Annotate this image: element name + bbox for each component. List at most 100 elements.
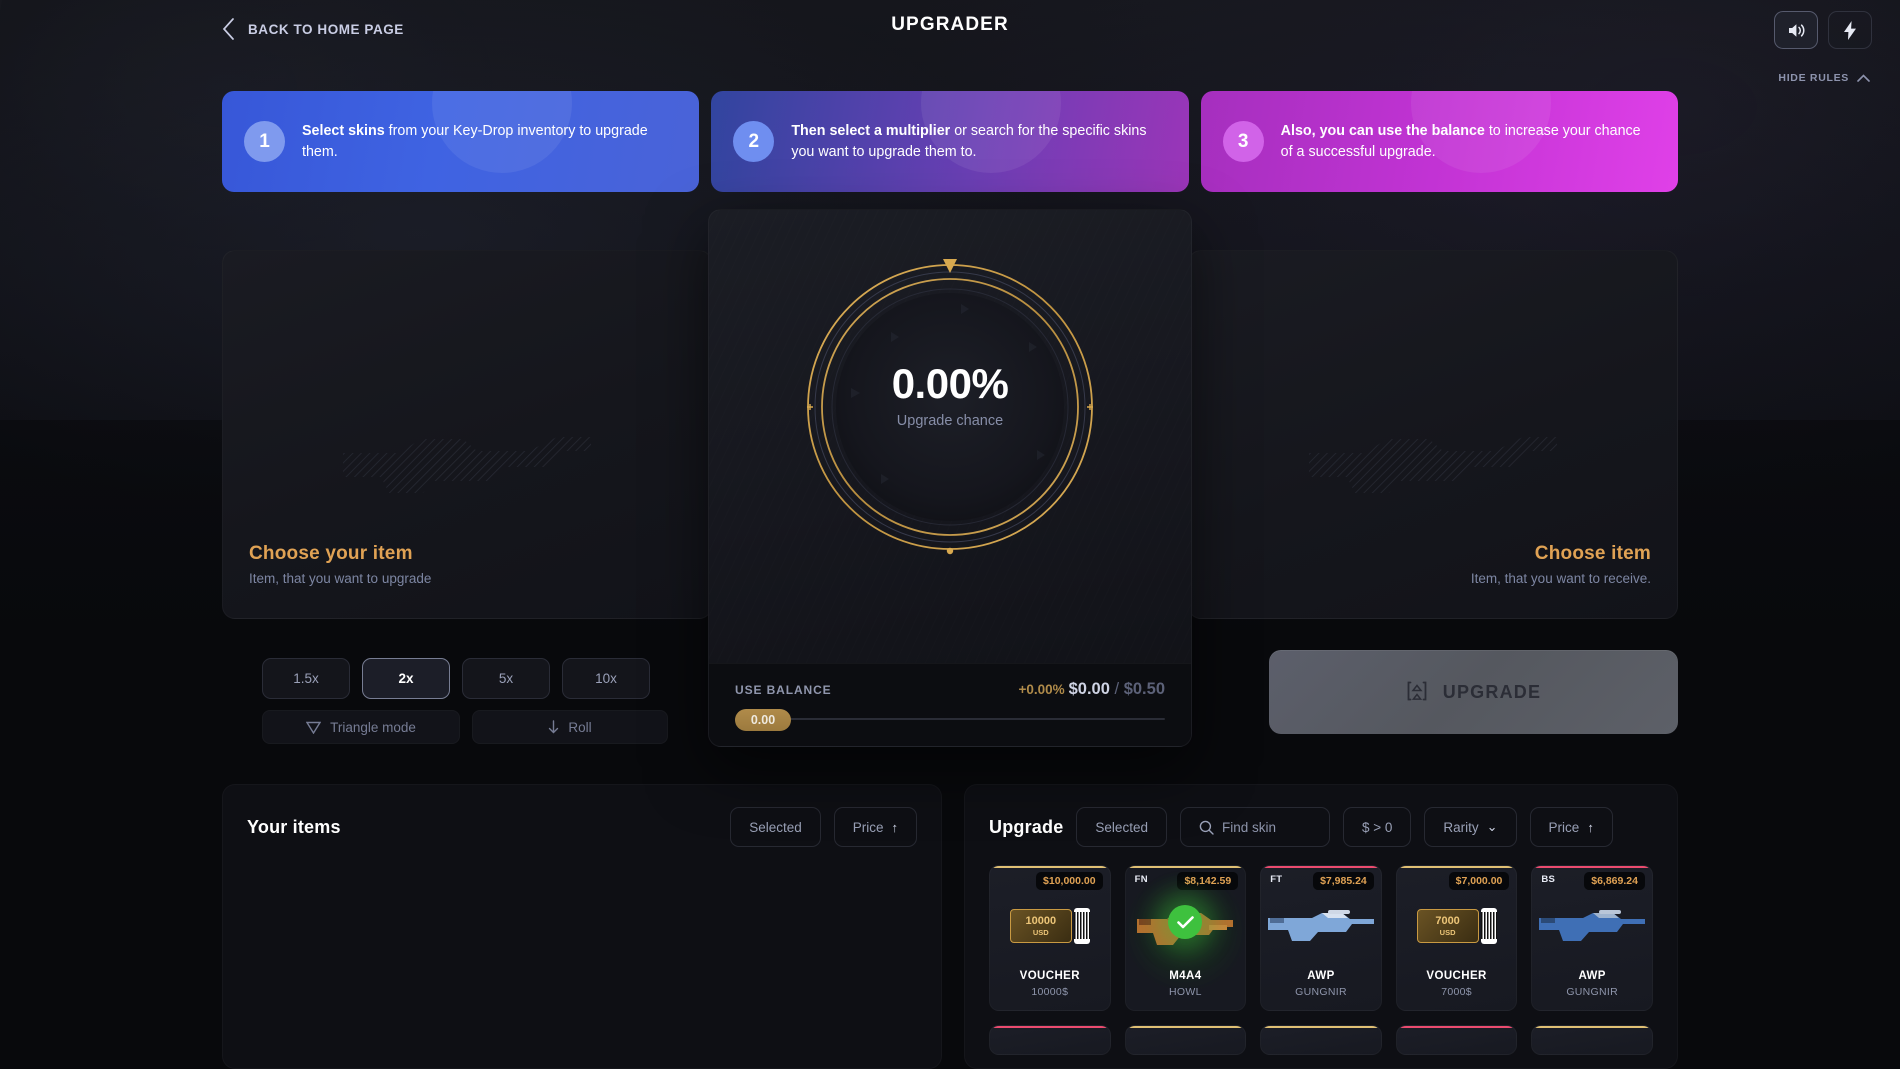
item-card[interactable]: $7,000.00 7000 USD VOUCHER 7000$ [1395, 865, 1518, 1011]
balance-slider[interactable]: 0.00 [735, 709, 1165, 731]
item-card[interactable] [1124, 1025, 1247, 1055]
voucher-art: 10000 USD [1009, 908, 1090, 944]
find-skin-input[interactable]: Find skin [1179, 807, 1330, 847]
upgrade-panel-header: Upgrade Selected Find skin $ > 0 Rarity [989, 807, 1653, 847]
sort-asc-icon: ↑ [891, 819, 899, 835]
upgrade-items-grid: $10,000.00 10000 USD VOUCHER 10000$ FN $… [989, 865, 1653, 1011]
page-header: BACK TO HOME PAGE UPGRADER HIDE RULES [0, 0, 1900, 84]
rule-card-2: 2 Then select a multiplier or search for… [711, 91, 1189, 192]
item-card[interactable]: FN $8,142.59 M4A4 HOWL [1124, 865, 1247, 1011]
slider-track [735, 718, 1165, 720]
ghost-weapon-icon [1309, 437, 1557, 493]
chevron-down-icon: ⌄ [1486, 819, 1498, 834]
source-panel-subtitle: Item, that you want to upgrade [249, 571, 432, 586]
chance-display: 0.00% Upgrade chance [785, 360, 1115, 429]
multiplier-1-5x[interactable]: 1.5x [262, 658, 350, 699]
rarity-bar [1261, 866, 1381, 868]
upgrade-icon [1407, 681, 1427, 701]
item-skin: 7000$ [1441, 986, 1472, 998]
sniper-icon [1267, 910, 1374, 941]
sniper-icon [1539, 910, 1646, 941]
item-price: $7,985.24 [1313, 872, 1374, 890]
item-skin: GUNGNIR [1295, 986, 1347, 998]
item-skin: HOWL [1169, 986, 1202, 998]
multiplier-buttons: 1.5x 2x 5x 10x [262, 658, 650, 699]
target-item-slot[interactable]: Choose item Item, that you want to recei… [1188, 250, 1678, 619]
target-panel-caption: Choose item Item, that you want to recei… [1471, 543, 1651, 586]
rarity-bar [990, 1026, 1110, 1028]
your-items-header: Your items Selected Price ↑ [247, 807, 917, 847]
find-skin-placeholder: Find skin [1221, 819, 1276, 835]
voucher-unit: USD [1439, 927, 1456, 937]
your-items-panel: Your items Selected Price ↑ [222, 784, 942, 1069]
check-icon [1177, 915, 1194, 928]
item-art: 7000 USD [1397, 894, 1517, 958]
rarity-filter[interactable]: Rarity ⌄ [1424, 807, 1517, 847]
hide-rules-label: HIDE RULES [1778, 72, 1849, 84]
rarity-bar [1396, 866, 1517, 868]
hide-rules-toggle[interactable]: HIDE RULES [1778, 72, 1870, 84]
balance-max: $0.50 [1123, 680, 1165, 698]
upgrade-items-grid-row2 [989, 1025, 1653, 1055]
speaker-icon [1788, 23, 1804, 37]
item-card[interactable] [1260, 1025, 1382, 1055]
chip-label: $ > 0 [1361, 819, 1393, 835]
page-title: UPGRADER [891, 14, 1009, 35]
upgrade-button[interactable]: UPGRADE [1269, 650, 1678, 734]
rule-text-bold: Then select a multiplier [791, 123, 951, 140]
your-items-selected-filter[interactable]: Selected [730, 807, 821, 847]
item-name: AWP [1578, 970, 1606, 982]
target-panel-subtitle: Item, that you want to receive. [1470, 571, 1651, 586]
rule-number: 2 [733, 121, 775, 162]
multiplier-10x[interactable]: 10x [562, 658, 650, 699]
arrow-down-icon [549, 720, 559, 734]
rule-number: 3 [1222, 121, 1264, 162]
fast-mode-button[interactable] [1828, 11, 1872, 49]
item-card[interactable] [1531, 1025, 1653, 1055]
multiplier-5x[interactable]: 5x [462, 658, 550, 699]
chip-label: Selected [1095, 819, 1148, 835]
rarity-bar [1532, 866, 1652, 868]
source-item-slot[interactable]: Choose your item Item, that you want to … [222, 250, 712, 619]
roll-label: Roll [568, 719, 592, 735]
lightning-icon [1844, 20, 1856, 40]
item-card[interactable]: $10,000.00 10000 USD VOUCHER 10000$ [989, 865, 1111, 1011]
triangle-mode-button[interactable]: Triangle mode [262, 710, 460, 744]
price-filter[interactable]: $ > 0 [1342, 807, 1412, 847]
price-sort[interactable]: Price ↑ [1529, 807, 1613, 847]
item-card[interactable]: FT $7,985.24 AWP GUNGNIR [1260, 865, 1382, 1011]
upgrade-wheel-card: 0.00% Upgrade chance $0.00 Balance USE B… [708, 209, 1192, 747]
rarity-bar [1125, 866, 1246, 868]
voucher-value: 10000 [1025, 914, 1057, 927]
balance-current: $0.00 [1068, 680, 1110, 698]
item-price: $6,869.24 [1584, 872, 1645, 890]
sound-toggle-button[interactable] [1774, 11, 1818, 49]
item-card[interactable]: BS $6,869.24 AWP GUNGNIR [1531, 865, 1653, 1011]
item-card[interactable] [1395, 1025, 1518, 1055]
source-panel-caption: Choose your item Item, that you want to … [249, 543, 431, 586]
voucher-value: 7000 [1435, 914, 1460, 927]
rarity-bar [990, 866, 1110, 868]
chip-label: Selected [749, 819, 802, 835]
chevron-up-icon [1857, 74, 1870, 82]
slider-knob[interactable]: 0.00 [735, 709, 791, 731]
your-items-title: Your items [247, 816, 341, 837]
barcode-icon [1073, 908, 1090, 944]
mode-buttons: Triangle mode Roll [262, 710, 668, 744]
roll-button[interactable]: Roll [472, 710, 668, 744]
item-wear: FN [1134, 874, 1148, 885]
upgrade-selected-filter[interactable]: Selected [1076, 807, 1167, 847]
rule-card-1: 1 Select skins from your Key-Drop invent… [222, 91, 700, 192]
chance-label: Upgrade chance [896, 413, 1004, 429]
chip-label: Price [852, 819, 884, 835]
voucher-ticket: 10000 USD [1009, 909, 1072, 943]
rule-text: Also, you can use the balance to increas… [1281, 121, 1656, 162]
your-items-price-sort[interactable]: Price ↑ [833, 807, 917, 847]
item-card[interactable] [989, 1025, 1111, 1055]
multiplier-2x[interactable]: 2x [362, 658, 450, 699]
triangle-mode-label: Triangle mode [330, 719, 416, 735]
item-price: $7,000.00 [1448, 872, 1510, 890]
use-balance-values: +0.00% $0.00 / $0.50 [1018, 680, 1165, 699]
item-name: VOUCHER [1019, 970, 1080, 982]
upgrade-items-panel: Upgrade Selected Find skin $ > 0 Rarity [964, 784, 1678, 1069]
